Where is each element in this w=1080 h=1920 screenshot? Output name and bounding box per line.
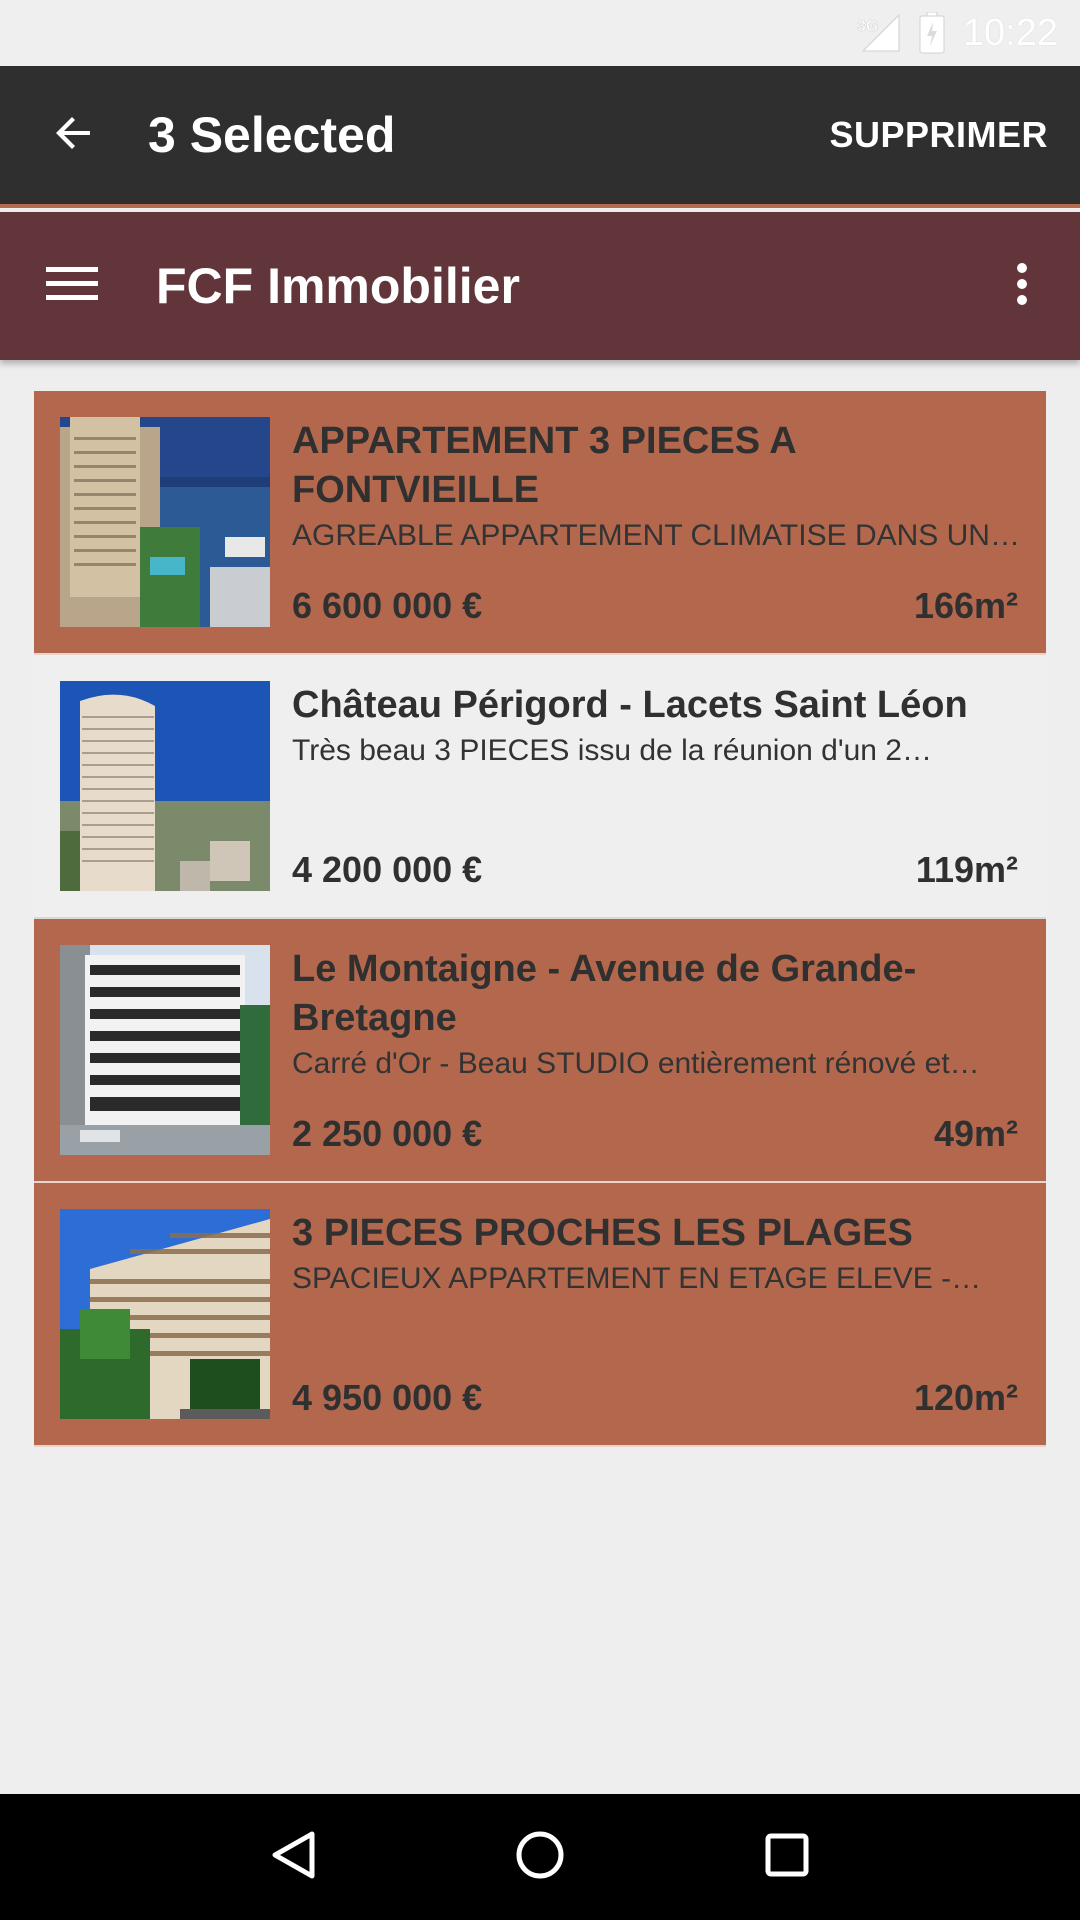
selection-count-title: 3 Selected bbox=[148, 107, 396, 163]
listing-price: 4 950 000 € bbox=[292, 1377, 483, 1418]
recents-square-icon bbox=[765, 1833, 809, 1882]
svg-text:3G: 3G bbox=[857, 18, 878, 35]
listing-description: Carré d'Or - Beau STUDIO entièrement rén… bbox=[292, 1047, 980, 1080]
listing-price: 4 200 000 € bbox=[292, 849, 483, 890]
menu-button[interactable] bbox=[0, 212, 146, 360]
listing-body: Le Montaigne - Avenue de Grande-Bretagne… bbox=[292, 945, 1020, 1155]
listing-photo bbox=[60, 681, 270, 891]
app-toolbar: FCF Immobilier bbox=[0, 212, 1080, 360]
listing-meta: 2 250 000 € 49m² bbox=[292, 1113, 1020, 1155]
listing-price: 6 600 000 € bbox=[292, 585, 483, 626]
listing-card[interactable]: APPARTEMENT 3 PIECES A FONTVIEILLE AGREA… bbox=[34, 391, 1046, 655]
more-vert-icon bbox=[1014, 262, 1030, 311]
back-triangle-icon bbox=[270, 1830, 316, 1885]
hamburger-menu-icon bbox=[46, 264, 98, 309]
listing-card[interactable]: 3 PIECES PROCHES LES PLAGES SPACIEUX APP… bbox=[34, 1183, 1046, 1447]
nav-back-button[interactable] bbox=[248, 1812, 338, 1902]
status-time: 10:22 bbox=[962, 11, 1058, 54]
listing-title: APPARTEMENT 3 PIECES A FONTVIEILLE bbox=[292, 420, 796, 511]
listing-title: Château Périgord - Lacets Saint Léon bbox=[292, 684, 968, 726]
listing-meta: 4 200 000 € 119m² bbox=[292, 849, 1020, 891]
listing-area: 49m² bbox=[933, 1113, 1018, 1154]
delete-button[interactable]: SUPPRIMER bbox=[829, 114, 1080, 156]
listing-price: 2 250 000 € bbox=[292, 1113, 483, 1154]
listing-meta: 4 950 000 € 120m² bbox=[292, 1377, 1020, 1419]
listing-area: 166m² bbox=[913, 585, 1018, 626]
listing-card[interactable]: Le Montaigne - Avenue de Grande-Bretagne… bbox=[34, 919, 1046, 1183]
contextual-action-bar: 3 Selected SUPPRIMER bbox=[0, 66, 1080, 208]
home-circle-icon bbox=[515, 1830, 565, 1885]
nav-recents-button[interactable] bbox=[742, 1812, 832, 1902]
arrow-back-icon bbox=[50, 109, 98, 162]
app-title: FCF Immobilier bbox=[156, 258, 520, 314]
more-options-button[interactable] bbox=[982, 212, 1062, 360]
listing-body: APPARTEMENT 3 PIECES A FONTVIEILLE AGREA… bbox=[292, 417, 1020, 627]
listing-area: 120m² bbox=[913, 1377, 1018, 1418]
listing-card[interactable]: Château Périgord - Lacets Saint Léon Trè… bbox=[34, 655, 1046, 919]
listing-body: Château Périgord - Lacets Saint Léon Trè… bbox=[292, 681, 1020, 891]
listing-description: Très beau 3 PIECES issu de la réunion d'… bbox=[292, 734, 932, 767]
listing-list: APPARTEMENT 3 PIECES A FONTVIEILLE AGREA… bbox=[34, 391, 1046, 1447]
battery-icon bbox=[919, 12, 945, 54]
back-button[interactable] bbox=[0, 64, 148, 206]
nav-home-button[interactable] bbox=[495, 1812, 585, 1902]
signal-icon: 3G bbox=[855, 13, 901, 53]
listing-photo bbox=[60, 417, 270, 627]
system-nav-bar bbox=[0, 1794, 1080, 1920]
listing-title: 3 PIECES PROCHES LES PLAGES bbox=[292, 1212, 913, 1254]
listing-description: SPACIEUX APPARTEMENT EN ETAGE ELEVE -… bbox=[292, 1262, 982, 1295]
status-bar: 3G 10:22 bbox=[0, 0, 1080, 66]
listing-area: 119m² bbox=[915, 849, 1018, 890]
listing-body: 3 PIECES PROCHES LES PLAGES SPACIEUX APP… bbox=[292, 1209, 1020, 1419]
listing-photo bbox=[60, 945, 270, 1155]
listing-meta: 6 600 000 € 166m² bbox=[292, 585, 1020, 627]
listing-description: AGREABLE APPARTEMENT CLIMATISE DANS UN… bbox=[292, 519, 1020, 552]
listing-photo bbox=[60, 1209, 270, 1419]
listing-title: Le Montaigne - Avenue de Grande-Bretagne bbox=[292, 948, 917, 1039]
